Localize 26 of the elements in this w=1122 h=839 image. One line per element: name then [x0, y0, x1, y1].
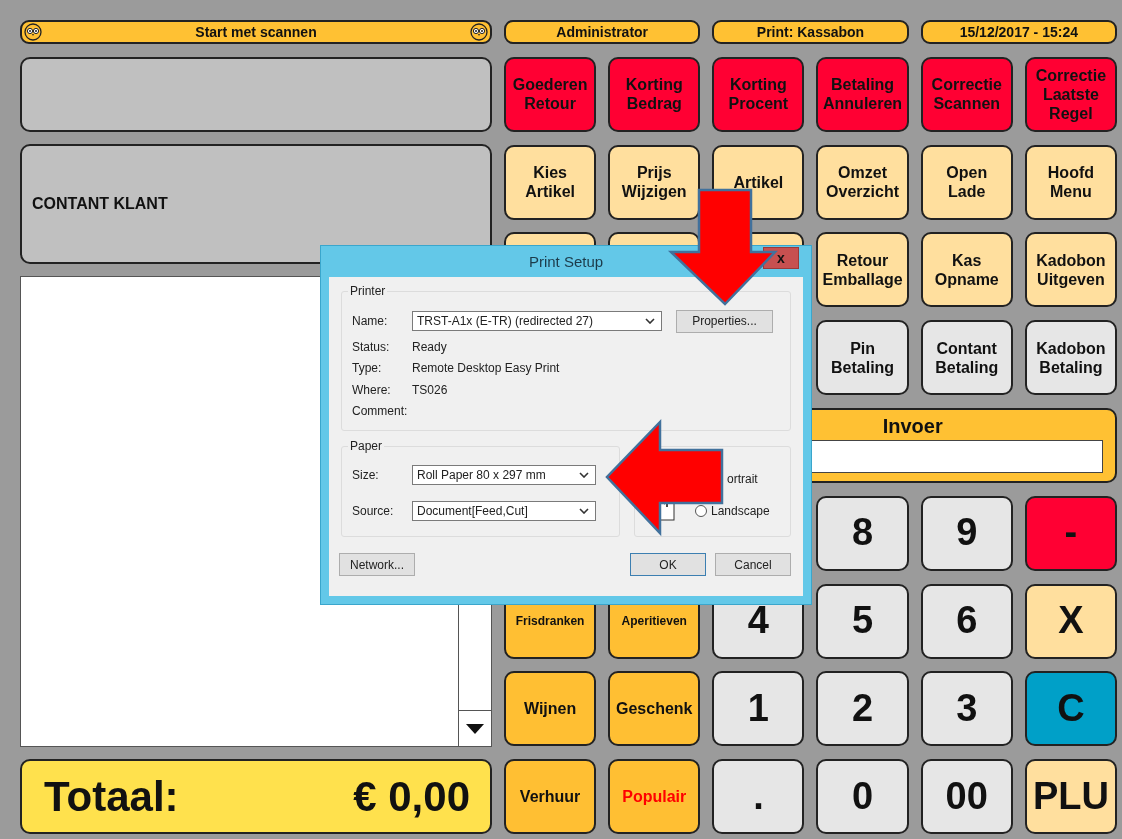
- info-value: TS026: [412, 382, 448, 397]
- customer-name: CONTANT KLANT: [32, 194, 168, 213]
- status-text: Start met scannen: [195, 24, 317, 40]
- info-label: Type:: [352, 361, 383, 376]
- date-time: 15/12/2017 - 15:24: [920, 20, 1117, 44]
- group-label: Printer: [348, 284, 388, 298]
- group-label: Paper: [348, 439, 385, 453]
- info-label: Comment:: [352, 404, 409, 419]
- info-value: Ready: [412, 339, 447, 354]
- info-label: Where:: [352, 382, 392, 397]
- total-label: Totaal:: [44, 772, 179, 821]
- dropdown-value: TRST-A1x (E-TR) (redirected 27): [417, 314, 594, 328]
- field-label: Name:: [352, 314, 389, 328]
- dropdown-value: Document[Feed,Cut]: [417, 504, 528, 518]
- radio-label: Landscape: [711, 503, 770, 518]
- dialog-title: Print Setup: [528, 253, 604, 270]
- info-label: Status:: [352, 339, 391, 354]
- dropdown-value: Roll Paper 80 x 297 mm: [417, 468, 546, 482]
- printer-label: Print: Kassabon: [712, 20, 909, 44]
- radio-label: ortrait: [727, 471, 758, 486]
- field-label: Source:: [352, 504, 395, 518]
- field-label: Size:: [352, 468, 380, 482]
- info-value: Remote Desktop Easy Print: [412, 361, 560, 376]
- user-label: Administrator: [504, 20, 701, 44]
- input-label: Invoer: [882, 414, 943, 438]
- total-amount: € 0,00: [353, 772, 470, 821]
